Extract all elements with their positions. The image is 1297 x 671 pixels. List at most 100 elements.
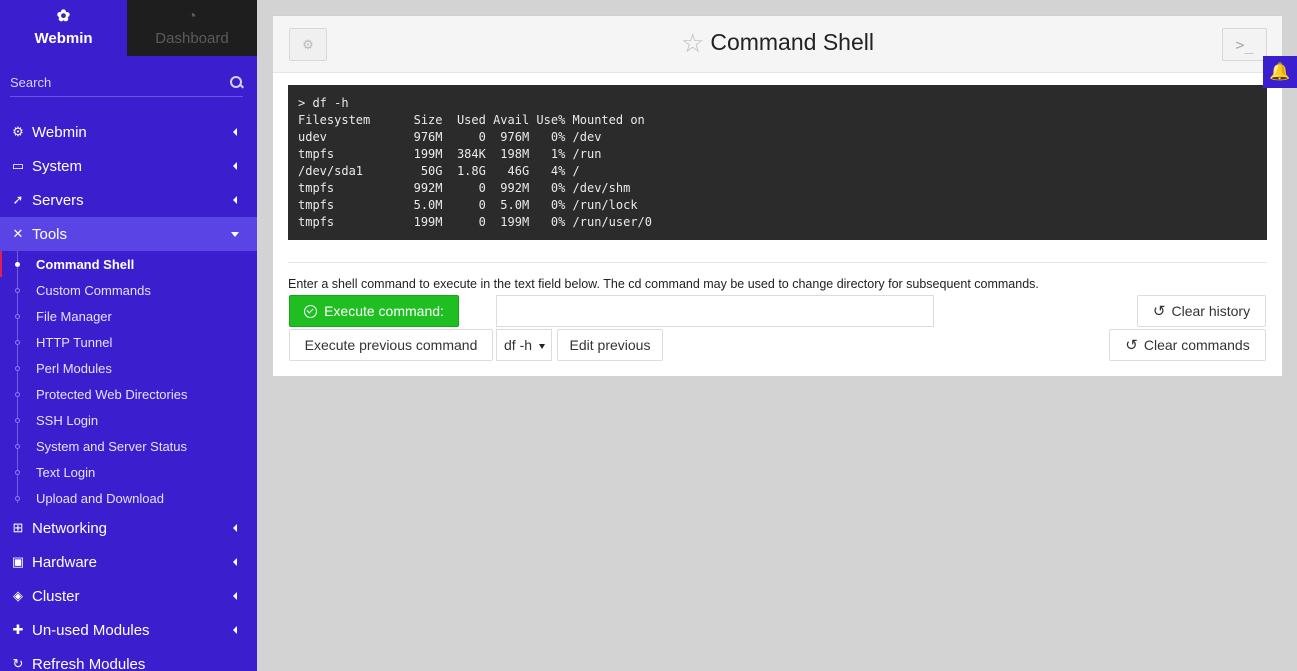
sidebar-subitem-label: Upload and Download xyxy=(36,490,164,506)
sidebar-subitem-system-and-server-status[interactable]: System and Server Status xyxy=(0,433,257,459)
command-output-console: > df -h Filesystem Size Used Avail Use% M… xyxy=(288,85,1267,240)
panel-header: ⚙ ☆ Command Shell >_ xyxy=(273,16,1282,73)
dashboard-gauge-icon: ◔ xyxy=(187,8,197,25)
bullet-icon xyxy=(15,496,20,501)
sidebar-subitem-label: Command Shell xyxy=(36,256,135,272)
sidebar-item-hardware[interactable]: ▣ Hardware xyxy=(0,545,257,579)
sidebar-item-system[interactable]: ▭ System xyxy=(0,149,257,183)
edit-previous-label: Edit previous xyxy=(569,337,651,353)
sidebar-subitem-text-login[interactable]: Text Login xyxy=(0,459,257,485)
sidebar-item-label: Servers xyxy=(32,191,84,209)
clear-commands-label: Clear commands xyxy=(1143,337,1250,353)
sidebar-item-label: Tools xyxy=(32,225,68,243)
bullet-icon xyxy=(15,262,20,267)
execute-command-button[interactable]: Execute command: xyxy=(289,295,459,327)
sidebar-item-refresh-modules[interactable]: ↻ Refresh Modules xyxy=(0,647,257,671)
sidebar-item-label: Un-used Modules xyxy=(32,621,150,639)
bullet-icon xyxy=(15,444,20,449)
bullet-icon xyxy=(15,392,20,397)
chevron-left-icon xyxy=(233,128,237,136)
network-icon: ⊞ xyxy=(12,520,24,535)
sidebar-subitem-label: File Manager xyxy=(36,308,112,324)
sidebar-item-unused-modules[interactable]: ✚ Un-used Modules xyxy=(0,613,257,647)
chevron-left-icon xyxy=(233,592,237,600)
main-panel: ⚙ ☆ Command Shell >_ > df -h Filesystem Si… xyxy=(273,15,1282,376)
sidebar-subitem-file-manager[interactable]: File Manager xyxy=(0,303,257,329)
sidebar-menu: ⚙ Webmin ▭ System ➚ Servers ✕ Tools Comm… xyxy=(0,115,257,671)
command-input[interactable] xyxy=(496,295,934,327)
sidebar-subitem-label: HTTP Tunnel xyxy=(36,334,113,350)
puzzle-icon: ✚ xyxy=(12,622,24,637)
layers-icon: ◈ xyxy=(13,588,23,603)
chevron-left-icon xyxy=(233,558,237,566)
sidebar-item-tools[interactable]: ✕ Tools xyxy=(0,217,257,251)
clear-commands-button[interactable]: ↺ Clear commands xyxy=(1109,329,1266,361)
sidebar-subitem-label: SSH Login xyxy=(36,412,99,428)
execute-previous-label: Execute previous command xyxy=(304,337,478,353)
bullet-icon xyxy=(15,418,20,423)
page-title-wrap: ☆ Command Shell xyxy=(273,28,1282,59)
chevron-left-icon xyxy=(233,196,237,204)
bell-icon: 🔔 xyxy=(1269,62,1291,81)
sidebar-top-tabs: ✿ Webmin ◔ Dashboard xyxy=(0,0,257,56)
bullet-icon xyxy=(15,314,20,319)
history-icon: ↺ xyxy=(1152,303,1166,320)
search-input[interactable]: Search xyxy=(10,75,51,90)
search-box[interactable]: Search xyxy=(10,68,243,97)
terminal-button[interactable]: >_ xyxy=(1222,28,1267,61)
sidebar-item-cluster[interactable]: ◈ Cluster xyxy=(0,579,257,613)
sidebar-subitem-label: Custom Commands xyxy=(36,282,151,298)
search-icon[interactable] xyxy=(230,75,243,89)
console-line: udev 976M 0 976M 0% /dev xyxy=(298,130,602,144)
console-line: tmpfs 199M 384K 198M 1% /run xyxy=(298,147,602,161)
sidebar-item-label: Webmin xyxy=(32,123,87,141)
console-line: Filesystem Size Used Avail Use% Mounted … xyxy=(298,113,645,127)
sidebar-item-label: Refresh Modules xyxy=(32,655,146,671)
refresh-icon: ↻ xyxy=(12,656,24,671)
sidebar-item-webmin[interactable]: ⚙ Webmin xyxy=(0,115,257,149)
console-line: tmpfs 5.0M 0 5.0M 0% /run/lock xyxy=(298,198,638,212)
sidebar-item-networking[interactable]: ⊞ Networking xyxy=(0,511,257,545)
console-line: /dev/sda1 50G 1.8G 46G 4% / xyxy=(298,164,580,178)
harddrive-icon: ▣ xyxy=(11,554,25,569)
previous-command-selected: df -h xyxy=(504,337,533,353)
laptop-icon: ▭ xyxy=(11,158,25,173)
sidebar-subitem-http-tunnel[interactable]: HTTP Tunnel xyxy=(0,329,257,355)
chevron-left-icon xyxy=(233,524,237,532)
sidebar-subitem-protected-web-directories[interactable]: Protected Web Directories xyxy=(0,381,257,407)
sidebar-subitem-ssh-login[interactable]: SSH Login xyxy=(0,407,257,433)
gear-icon: ⚙ xyxy=(12,124,24,139)
check-circle-icon xyxy=(304,304,318,318)
edit-previous-button[interactable]: Edit previous xyxy=(557,329,663,361)
divider xyxy=(288,262,1267,263)
bullet-icon xyxy=(15,470,20,475)
sidebar-subitem-upload-and-download[interactable]: Upload and Download xyxy=(0,485,257,511)
sidebar-subitem-command-shell[interactable]: Command Shell xyxy=(0,251,257,277)
console-line: tmpfs 992M 0 992M 0% /dev/shm xyxy=(298,181,631,195)
console-line: tmpfs 199M 0 199M 0% /run/user/0 xyxy=(298,215,653,229)
sidebar-item-servers[interactable]: ➚ Servers xyxy=(0,183,257,217)
previous-command-select[interactable]: df -h xyxy=(496,329,552,361)
clear-history-label: Clear history xyxy=(1171,303,1251,319)
bullet-icon xyxy=(15,366,20,371)
tab-dashboard[interactable]: ◔ Dashboard xyxy=(127,0,257,56)
bullet-icon xyxy=(15,340,20,345)
page-title: Command Shell xyxy=(710,29,874,55)
history-icon: ↺ xyxy=(1125,337,1138,354)
star-icon[interactable]: ☆ xyxy=(681,28,704,58)
webmin-logo-icon: ✿ xyxy=(56,8,71,25)
terminal-icon: >_ xyxy=(1235,35,1254,54)
bullet-icon xyxy=(15,288,20,293)
sidebar-subitem-perl-modules[interactable]: Perl Modules xyxy=(0,355,257,381)
notifications-bell-button[interactable]: 🔔 xyxy=(1263,56,1297,88)
sidebar: ✿ Webmin ◔ Dashboard Search ⚙ Webmin ▭ S… xyxy=(0,0,257,671)
sidebar-subitem-custom-commands[interactable]: Custom Commands xyxy=(0,277,257,303)
tab-dashboard-label: Dashboard xyxy=(155,30,229,47)
execute-previous-command-button[interactable]: Execute previous command xyxy=(289,329,493,361)
sidebar-item-label: Cluster xyxy=(32,587,80,605)
tab-webmin-label: Webmin xyxy=(34,30,93,47)
clear-history-button[interactable]: ↺ Clear history xyxy=(1137,295,1266,327)
sidebar-subitem-label: System and Server Status xyxy=(36,438,188,454)
tab-webmin[interactable]: ✿ Webmin xyxy=(0,0,127,56)
dropdown-arrow-icon xyxy=(539,344,545,349)
